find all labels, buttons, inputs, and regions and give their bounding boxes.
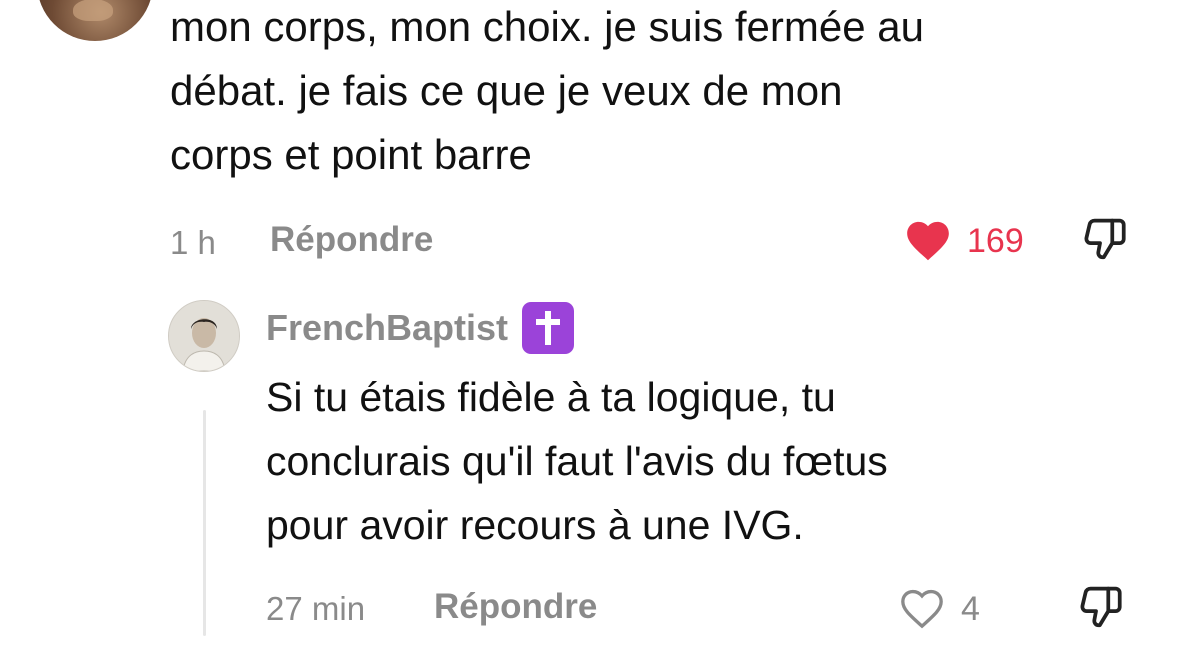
comment-timestamp: 1 h [170, 224, 216, 261]
reply-text: Si tu étais fidèle à ta logique, tu conc… [266, 374, 888, 548]
heart-filled-icon [903, 216, 953, 267]
thumbs-down-icon [1080, 218, 1130, 270]
thumbs-down-icon [1076, 586, 1126, 638]
commenter-avatar[interactable] [37, 0, 153, 41]
comment-text: mon corps, mon choix. je suis fermée au … [170, 3, 924, 178]
reply-username[interactable]: FrenchBaptist [266, 307, 508, 349]
reply-like-count: 4 [961, 590, 980, 628]
heart-outline-icon [897, 584, 947, 635]
reply-avatar[interactable] [168, 300, 240, 372]
reply-dislike-button[interactable] [1076, 582, 1126, 639]
latin-cross-icon [522, 302, 575, 354]
comment-dislike-button[interactable] [1080, 214, 1130, 271]
reply-header: FrenchBaptist [266, 302, 575, 354]
comment-reply-button[interactable]: Répondre [270, 220, 433, 260]
comment-like-count: 169 [967, 222, 1024, 260]
reply-timestamp: 27 min [266, 590, 366, 627]
comment-like-button[interactable]: 169 [903, 216, 1024, 267]
reply-thread-line [203, 410, 206, 636]
reply-reply-button[interactable]: Répondre [434, 587, 597, 627]
reply-like-button[interactable]: 4 [897, 584, 980, 635]
